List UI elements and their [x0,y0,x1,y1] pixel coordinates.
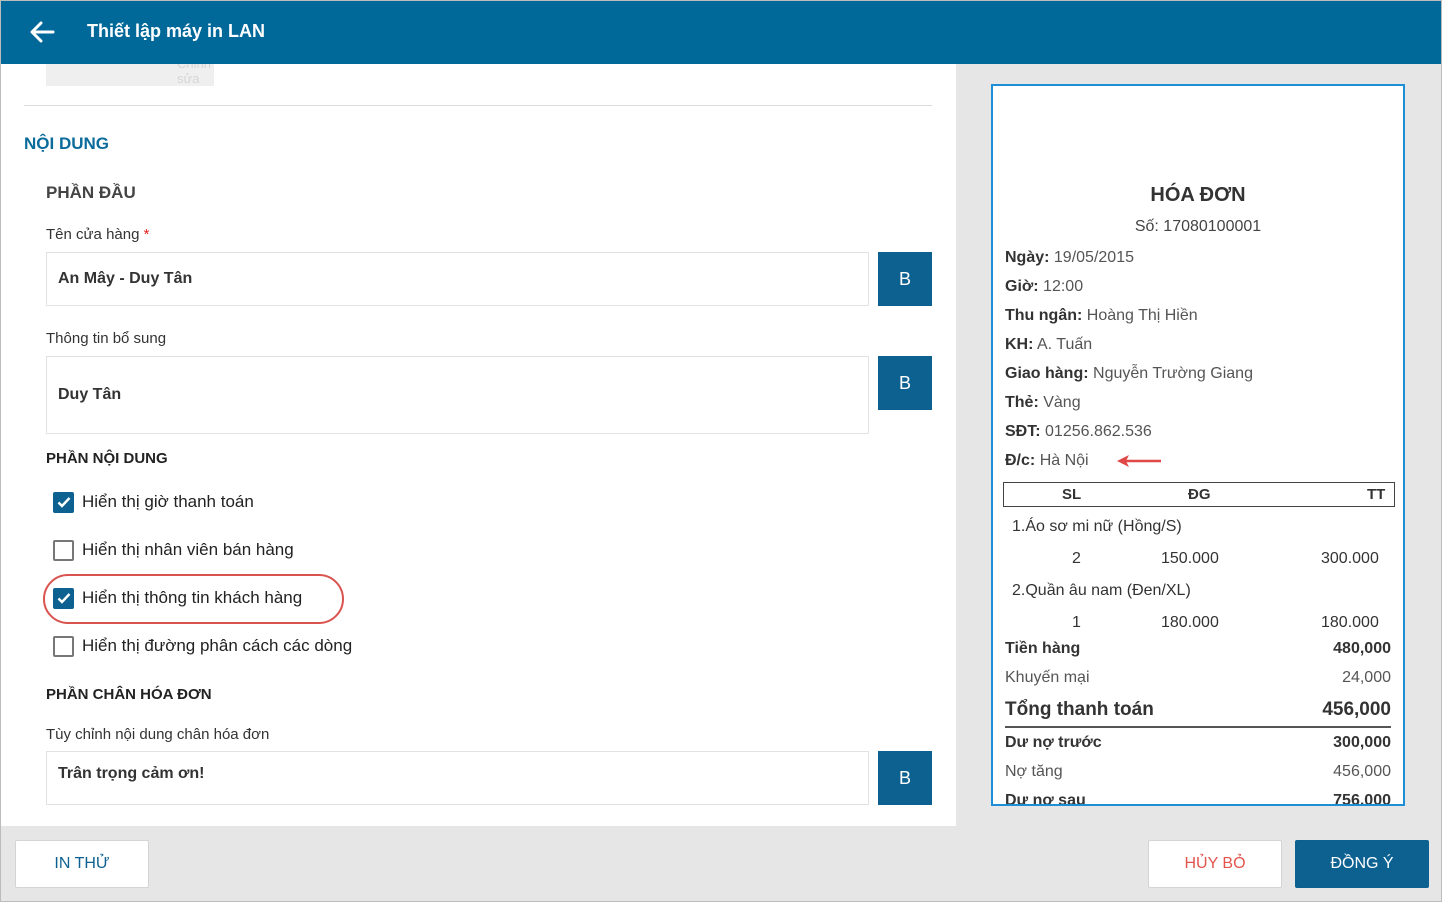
receipt-discount: Khuyến mại 24,000 [1005,669,1391,686]
receipt-divider [1005,726,1391,728]
receipt-grand-total: Tổng thanh toán 456,000 [1005,699,1391,720]
receipt-time: Giờ: 12:00 [1005,278,1084,295]
receipt-preview-panel: HÓA ĐƠN Số: 17080100001 Ngày: 19/05/2015… [956,64,1441,826]
checkbox-unchecked[interactable] [53,539,74,561]
cancel-button[interactable]: HỦY BỎ [1148,840,1282,888]
option-label: Hiển thị nhân viên bán hàng [82,540,294,559]
test-print-button[interactable]: IN THỬ [15,840,149,888]
col-total: TT [1367,486,1386,503]
action-bar: IN THỬ HỦY BỎ ĐỒNG Ý [1,826,1441,901]
settings-form: Chỉnh sửa NỘI DUNG PHẦN ĐẦU Tên cửa hàng… [1,64,956,826]
option-show-payment-time[interactable]: Hiển thị giờ thanh toán [53,490,254,514]
edit-thumbnail-label: Chỉnh sửa [177,64,211,86]
checkbox-checked[interactable] [53,491,74,513]
highlight-ellipse [43,574,344,624]
divider [24,105,932,106]
footer-custom-label: Tùy chỉnh nội dung chân hóa đơn [46,726,270,743]
receipt-address: Đ/c: Hà Nội [1005,452,1089,469]
receipt-preview[interactable]: HÓA ĐƠN Số: 17080100001 Ngày: 19/05/2015… [991,84,1405,806]
content-part-title: PHẦN NỘI DUNG [46,450,168,467]
option-label: Hiển thị đường phân cách các dòng [82,636,353,655]
page-title: Thiết lập máy in LAN [87,21,266,41]
receipt-debt-increase: Nợ tăng 456,000 [1005,763,1391,780]
check-icon [57,497,70,508]
required-mark: * [143,226,150,243]
receipt-date: Ngày: 19/05/2015 [1005,249,1134,266]
app-window: Thiết lập máy in LAN Chỉnh sửa NỘI DUNG … [0,0,1442,902]
footer-bold-button[interactable]: B [878,751,932,805]
receipt-item-qty: 2 [1072,550,1081,567]
receipt-item-price: 180.000 [1161,614,1219,631]
checkbox-unchecked[interactable] [53,635,74,657]
col-price: ĐG [1188,486,1211,503]
option-label: Hiển thị giờ thanh toán [82,492,254,511]
content-section-title: NỘI DUNG [24,134,109,153]
extra-info-field[interactable]: Duy Tân [46,356,869,434]
receipt-item-name: 2.Quần âu nam (Đen/XL) [1012,582,1191,599]
extra-info-bold-button[interactable]: B [878,356,932,410]
extra-info-label: Thông tin bổ sung [46,330,167,347]
col-qty: SL [1062,486,1082,503]
logo-thumbnail[interactable]: Chỉnh sửa [46,64,214,86]
option-show-row-separator[interactable]: Hiển thị đường phân cách các dòng [53,634,352,658]
receipt-customer: KH: A. Tuấn [1005,336,1093,353]
option-show-sales-staff[interactable]: Hiển thị nhân viên bán hàng [53,538,294,562]
confirm-button[interactable]: ĐỒNG Ý [1295,840,1429,888]
receipt-card: Thẻ: Vàng [1005,394,1081,411]
receipt-item-total: 180.000 [1321,614,1379,631]
receipt-table-header: SL ĐG TT [1003,482,1395,507]
arrow-left-indicator-icon [1117,455,1161,467]
store-name-field[interactable]: An Mây - Duy Tân [46,252,869,306]
back-button[interactable] [25,15,59,49]
receipt-number: Số: 17080100001 [1134,218,1262,235]
receipt-item-total: 300.000 [1321,550,1379,567]
receipt-phone: SĐT: 01256.862.536 [1005,423,1152,440]
header-part-title: PHẦN ĐẦU [46,183,136,202]
receipt-delivery: Giao hàng: Nguyễn Trường Giang [1005,365,1253,382]
footer-part-title: PHẦN CHÂN HÓA ĐƠN [46,686,212,703]
app-header: Thiết lập máy in LAN [1,1,1441,64]
footer-custom-field[interactable]: Trân trọng cảm ơn! [46,751,869,805]
receipt-item-qty: 1 [1072,614,1081,631]
store-name-label: Tên cửa hàng * [46,226,150,243]
store-name-bold-button[interactable]: B [878,252,932,306]
arrow-left-icon [30,21,55,43]
receipt-subtotal: Tiền hàng 480,000 [1005,640,1391,657]
receipt-previous-debt: Dư nợ trước 300,000 [1005,734,1391,751]
receipt-item-price: 150.000 [1161,550,1219,567]
receipt-title: HÓA ĐƠN [1150,184,1246,206]
receipt-cashier: Thu ngân: Hoàng Thị Hiền [1005,307,1198,324]
receipt-item-name: 1.Áo sơ mi nữ (Hồng/S) [1012,518,1182,535]
receipt-debt-after: Dư nợ sau 756,000 [1005,792,1391,806]
